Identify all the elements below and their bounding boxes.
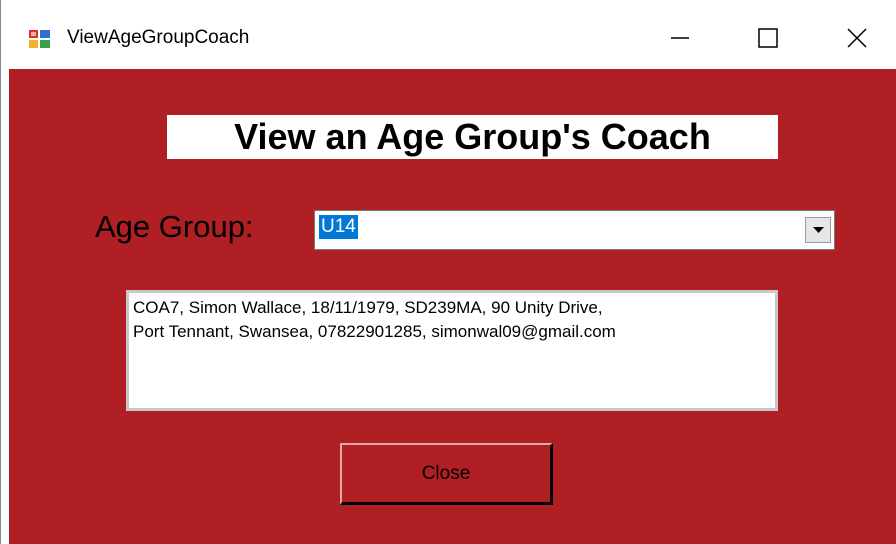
app-window: ViewAgeGroupCoach View an Age Group's Co… bbox=[0, 0, 896, 544]
form-client-area: View an Age Group's Coach Age Group: U14… bbox=[9, 69, 896, 544]
window-close-button[interactable] bbox=[835, 18, 881, 58]
maximize-button[interactable] bbox=[745, 18, 791, 58]
age-group-label: Age Group: bbox=[95, 209, 254, 244]
winforms-app-icon bbox=[29, 30, 51, 48]
coach-details-textbox[interactable]: COA7, Simon Wallace, 18/11/1979, SD239MA… bbox=[126, 290, 778, 411]
age-group-select[interactable]: U14 bbox=[314, 210, 835, 250]
page-title: View an Age Group's Coach bbox=[167, 115, 778, 159]
minimize-button[interactable] bbox=[657, 18, 703, 58]
age-group-dropdown-button[interactable] bbox=[805, 217, 831, 243]
age-group-selected-value[interactable]: U14 bbox=[319, 215, 358, 239]
close-button[interactable]: Close bbox=[340, 443, 553, 505]
title-bar[interactable]: ViewAgeGroupCoach bbox=[1, 0, 896, 69]
window-title: ViewAgeGroupCoach bbox=[67, 27, 250, 48]
